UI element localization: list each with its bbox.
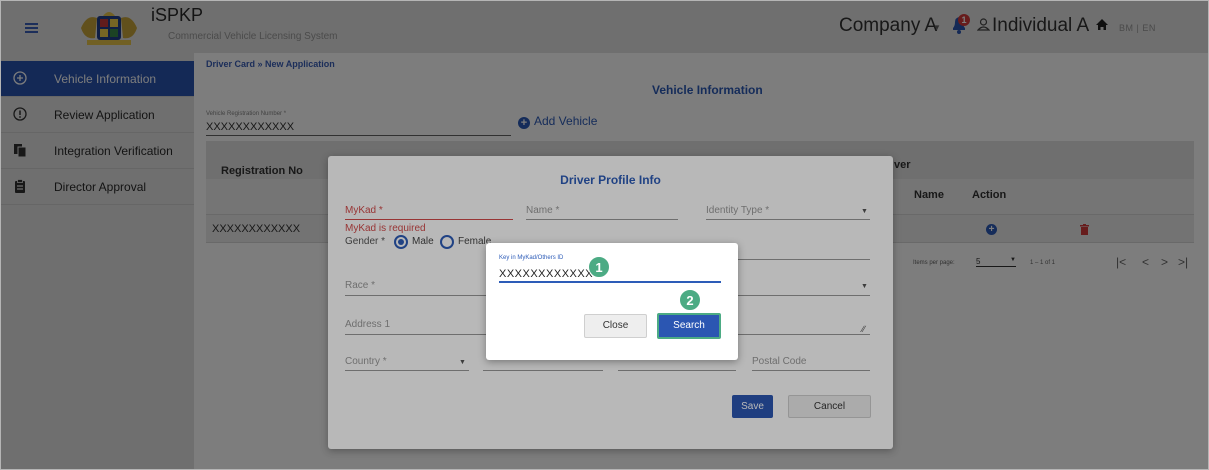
close-button[interactable]: Close: [584, 314, 647, 338]
search-id-label: Key in MyKad/Others ID: [499, 255, 564, 261]
step-marker-1: 1: [588, 256, 610, 278]
search-id-input[interactable]: XXXXXXXXXXXX: [499, 268, 721, 283]
search-button[interactable]: Search: [657, 313, 721, 339]
search-backdrop: [1, 1, 1208, 469]
app-window: iSPKP Commercial Vehicle Licensing Syste…: [0, 0, 1209, 470]
step-marker-2: 2: [679, 289, 701, 311]
